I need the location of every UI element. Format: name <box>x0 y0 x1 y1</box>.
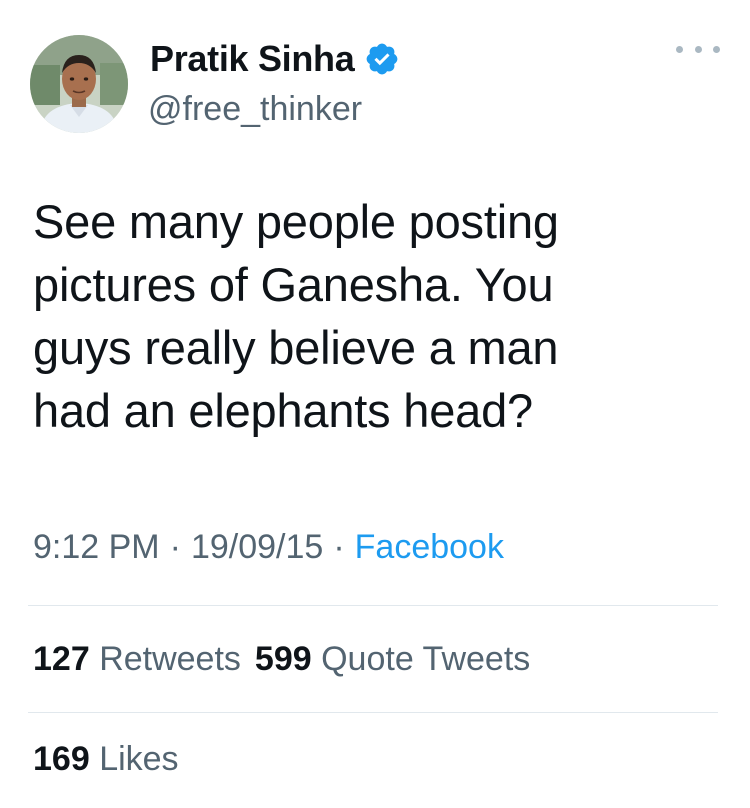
more-dot <box>694 45 702 53</box>
tweet-text-line: pictures of Ganesha. You <box>33 258 554 311</box>
verified-badge-icon <box>364 41 400 77</box>
meta-separator: · <box>333 528 345 566</box>
likes-stat[interactable]: 169 Likes <box>33 740 179 779</box>
more-dot <box>713 45 720 53</box>
tweet-card: Pratik Sinha @free_thinker See many peop… <box>0 0 750 808</box>
tweet-time[interactable]: 9:12 PM <box>33 528 160 566</box>
retweets-count: 127 <box>33 640 90 678</box>
engagement-stats: 127 Retweets 599 Quote Tweets <box>33 640 544 679</box>
more-dot <box>676 45 683 53</box>
meta-separator: · <box>169 528 181 566</box>
tweet-text: See many people posting pictures of Gane… <box>33 190 723 442</box>
name-row: Pratik Sinha <box>150 38 400 80</box>
avatar-photo <box>30 35 128 133</box>
quote-tweets-label: Quote Tweets <box>321 640 531 678</box>
tweet-date[interactable]: 19/09/15 <box>191 528 323 566</box>
retweets-label: Retweets <box>99 640 241 678</box>
more-options-icon[interactable] <box>676 40 720 58</box>
tweet-text-line: See many people posting <box>33 195 559 248</box>
retweets-stat[interactable]: 127 Retweets <box>33 640 241 679</box>
quote-tweets-stat[interactable]: 599 Quote Tweets <box>255 640 530 679</box>
divider <box>28 712 718 713</box>
author-handle[interactable]: @free_thinker <box>148 90 362 129</box>
tweet-source-link[interactable]: Facebook <box>355 528 504 566</box>
display-name[interactable]: Pratik Sinha <box>150 38 355 80</box>
likes-label: Likes <box>99 740 179 778</box>
likes-count: 169 <box>33 740 90 778</box>
avatar[interactable] <box>30 35 128 133</box>
tweet-meta: 9:12 PM · 19/09/15 · Facebook <box>33 528 504 567</box>
divider <box>28 605 718 606</box>
tweet-text-line: had an elephants head? <box>33 384 534 437</box>
quote-tweets-count: 599 <box>254 640 312 678</box>
tweet-text-line: guys really believe a man <box>33 321 559 374</box>
